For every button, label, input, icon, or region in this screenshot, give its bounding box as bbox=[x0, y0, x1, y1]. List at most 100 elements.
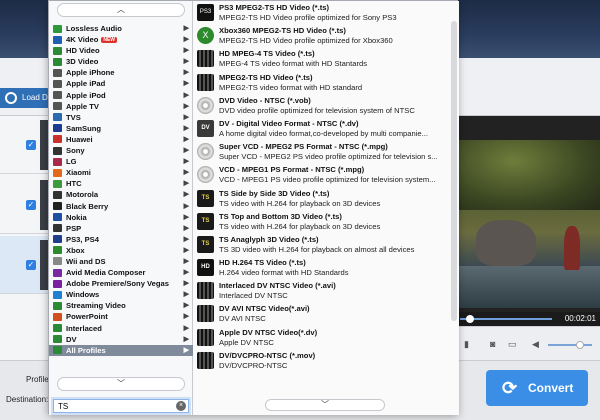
profile-title: MPEG2-TS HD Video (*.ts) bbox=[219, 72, 313, 82]
category-item[interactable]: All Profiles ▶ bbox=[49, 344, 193, 356]
chevron-right-icon: ▶ bbox=[183, 135, 189, 143]
search-box[interactable]: × bbox=[53, 399, 189, 413]
profile-title: DVD Video - NTSC (*.vob) bbox=[219, 95, 311, 105]
category-panel: ︿ Lossless Audio ▶ 4K Video NEW ▶ HD Video ▶ 3D… bbox=[49, 1, 193, 415]
checkbox[interactable]: ✓ bbox=[26, 260, 36, 270]
category-item[interactable]: Interlaced ▶ bbox=[49, 323, 193, 334]
profile-item[interactable]: DVD Video - NTSC (*.vob) DVD video profil… bbox=[193, 94, 449, 117]
profile-item[interactable]: Interlaced DV NTSC Video (*.avi) Interlac… bbox=[193, 279, 449, 302]
profile-scroll-down[interactable]: ﹀ bbox=[265, 399, 385, 411]
category-item[interactable]: TVS ▶ bbox=[49, 112, 193, 123]
profile-title: TS Top and Bottom 3D Video (*.ts) bbox=[219, 211, 342, 221]
category-item[interactable]: Nokia ▶ bbox=[49, 212, 193, 223]
category-item[interactable]: Avid Media Composer ▶ bbox=[49, 267, 193, 278]
apple-icon bbox=[53, 79, 62, 88]
category-label: Sony bbox=[66, 146, 85, 156]
category-label: Streaming Video bbox=[66, 301, 126, 311]
chevron-right-icon: ▶ bbox=[183, 269, 189, 277]
load-disc-button[interactable]: Load D bbox=[0, 88, 50, 108]
category-item[interactable]: Windows ▶ bbox=[49, 289, 193, 300]
profile-item[interactable]: TS TS Anaglyph 3D Video (*.ts) TS 3D video… bbox=[193, 233, 449, 256]
convert-button[interactable]: ⟳ Convert bbox=[486, 370, 588, 406]
category-label: TVS bbox=[66, 112, 81, 122]
profile-item[interactable]: Super VCD - MPEG2 PS Format - NTSC (*.mp… bbox=[193, 140, 449, 163]
category-item[interactable]: Xiaomi ▶ bbox=[49, 167, 193, 178]
xbox-icon: X bbox=[197, 27, 214, 45]
category-item[interactable]: Huawei ▶ bbox=[49, 134, 193, 145]
profile-item[interactable]: TS TS Top and Bottom 3D Video (*.ts) TS vi… bbox=[193, 210, 449, 233]
snapshot-icon[interactable]: ◙ bbox=[490, 339, 495, 349]
adobe-icon bbox=[53, 279, 62, 288]
category-item[interactable]: Apple iPod ▶ bbox=[49, 90, 193, 101]
list-item[interactable]: ✓ bbox=[0, 176, 50, 234]
profile-item[interactable]: HD HD H.264 TS Video (*.ts) H.264 video fo… bbox=[193, 256, 449, 279]
category-item[interactable]: HTC ▶ bbox=[49, 178, 193, 189]
playback-scrubber[interactable]: 00:02:01 bbox=[456, 312, 600, 326]
list-item[interactable]: ✓ bbox=[0, 236, 50, 294]
volume-slider[interactable] bbox=[548, 341, 592, 349]
convert-icon: ⟳ bbox=[502, 378, 518, 398]
category-item[interactable]: DV ▶ bbox=[49, 334, 193, 345]
checkbox[interactable]: ✓ bbox=[26, 140, 36, 150]
search-input[interactable] bbox=[58, 400, 168, 412]
category-item[interactable]: PS3, PS4 ▶ bbox=[49, 234, 193, 245]
film-strip-icon bbox=[197, 50, 214, 68]
chevron-right-icon: ▶ bbox=[183, 58, 189, 66]
category-item[interactable]: LG ▶ bbox=[49, 156, 193, 167]
profile-description: Apple DV NTSC bbox=[219, 337, 274, 347]
category-item[interactable]: HD Video ▶ bbox=[49, 45, 193, 56]
profile-item[interactable]: VCD - MPEG1 PS Format - NTSC (*.mpg) VCD … bbox=[193, 163, 449, 186]
apple-icon bbox=[53, 91, 62, 100]
category-label: Apple iPad bbox=[66, 79, 106, 89]
checkbox[interactable]: ✓ bbox=[26, 200, 36, 210]
profile-item[interactable]: HD MPEG-4 TS Video (*.ts) MPEG-4 TS video… bbox=[193, 47, 449, 70]
profile-description: MPEG-4 TS video format with HD Stantards bbox=[219, 59, 367, 69]
clear-search-icon[interactable]: × bbox=[176, 401, 186, 411]
folder-icon[interactable]: ▭ bbox=[508, 339, 517, 350]
category-item[interactable]: 3D Video ▶ bbox=[49, 56, 193, 67]
volume-icon[interactable]: ◀ bbox=[532, 339, 539, 350]
category-item[interactable]: Apple iPad ▶ bbox=[49, 78, 193, 89]
category-item[interactable]: PSP ▶ bbox=[49, 223, 193, 234]
category-item[interactable]: Lossless Audio ▶ bbox=[49, 23, 193, 34]
profile-item[interactable]: DV/DVCPRO-NTSC (*.mov) DV/DVCPRO-NTSC bbox=[193, 349, 449, 372]
profile-description: TS 3D video with H.264 for playback on a… bbox=[219, 244, 415, 254]
profile-item[interactable]: PS3 PS3 MPEG2-TS HD Video (*.ts) MPEG2-TS … bbox=[193, 1, 449, 24]
stop-icon[interactable]: ▮ bbox=[464, 339, 469, 350]
profile-item[interactable]: Apple DV NTSC Video(*.dv) Apple DV NTSC bbox=[193, 326, 449, 349]
3d-icon bbox=[53, 57, 62, 66]
category-item[interactable]: Xbox ▶ bbox=[49, 245, 193, 256]
category-item[interactable]: Black Berry ▶ bbox=[49, 201, 193, 212]
profile-item[interactable]: TS TS Side by Side 3D Video (*.ts) TS vide… bbox=[193, 187, 449, 210]
category-item[interactable]: Adobe Premiere/Sony Vegas ▶ bbox=[49, 278, 193, 289]
profile-item[interactable]: MPEG2-TS HD Video (*.ts) MPEG2-TS video f… bbox=[193, 71, 449, 94]
chevron-right-icon: ▶ bbox=[183, 280, 189, 288]
category-list: Lossless Audio ▶ 4K Video NEW ▶ HD Video ▶ 3D V… bbox=[49, 23, 193, 356]
category-item[interactable]: Motorola ▶ bbox=[49, 189, 193, 200]
category-item[interactable]: SamSung ▶ bbox=[49, 123, 193, 134]
category-item[interactable]: Wii and DS ▶ bbox=[49, 256, 193, 267]
category-label: Huawei bbox=[66, 134, 93, 144]
category-item[interactable]: Sony ▶ bbox=[49, 145, 193, 156]
profile-item[interactable]: X Xbox360 MPEG2-TS HD Video (*.ts) MPEG2-T… bbox=[193, 24, 449, 47]
audio-note-icon bbox=[53, 24, 62, 33]
category-item[interactable]: PowerPoint ▶ bbox=[49, 311, 193, 322]
video-preview bbox=[456, 140, 600, 308]
volume-handle[interactable] bbox=[576, 341, 584, 349]
profile-scrollbar[interactable] bbox=[451, 21, 457, 321]
category-item[interactable]: Apple iPhone ▶ bbox=[49, 67, 193, 78]
category-item[interactable]: 4K Video NEW ▶ bbox=[49, 34, 193, 45]
load-label: Load D bbox=[22, 93, 48, 102]
list-item[interactable]: ✓ bbox=[0, 116, 50, 174]
category-item[interactable]: Apple TV ▶ bbox=[49, 101, 193, 112]
category-scroll-up[interactable]: ︿ bbox=[57, 3, 185, 17]
profile-item[interactable]: DV DV - Digital Video Format - NTSC (*.dv… bbox=[193, 117, 449, 140]
category-scroll-down[interactable]: ﹀ bbox=[57, 377, 185, 391]
category-item[interactable]: Streaming Video ▶ bbox=[49, 300, 193, 311]
profile-title: DV AVI NTSC Video(*.avi) bbox=[219, 304, 310, 314]
chevron-right-icon: ▶ bbox=[183, 335, 189, 343]
scrubber-handle[interactable] bbox=[466, 315, 474, 323]
profile-item[interactable]: DV AVI NTSC Video(*.avi) DV AVI NTSC bbox=[193, 302, 449, 325]
ts-3d-icon: TS bbox=[197, 235, 214, 253]
profile-description: MPEG2-TS HD Video profile optimized for … bbox=[219, 13, 397, 22]
